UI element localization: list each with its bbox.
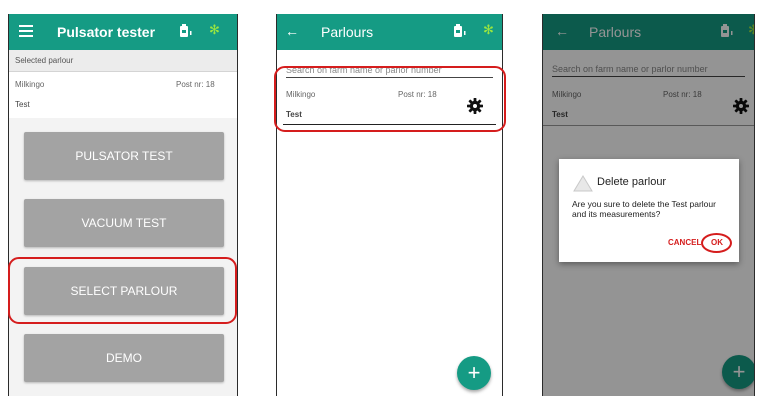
highlight-parlour-item [274,66,506,132]
menu-icon[interactable] [19,25,33,37]
delete-parlour-dialog: Delete parlour Are you sure to delete th… [559,159,739,262]
selected-parlour-card: Milkingo Post nr: 18 Test [9,72,237,119]
vacuum-test-button[interactable]: VACUUM TEST [24,199,224,247]
cancel-button[interactable]: CANCEL [668,238,701,247]
farm-name: Milkingo [15,80,45,89]
post-number: Post nr: 18 [176,80,215,89]
app-bar: ← Parlours ✻ [277,14,502,50]
demo-button[interactable]: DEMO [24,334,224,382]
screen-pulsator-tester: Pulsator tester ✻ Selected parlour Milki… [8,14,238,396]
battery-icon [454,24,466,37]
app-title: Parlours [321,24,374,40]
dialog-title: Delete parlour [597,176,667,188]
dialog-message: Are you sure to delete the Test parlour … [572,199,716,219]
highlight-select-parlour [8,257,237,324]
pulsator-test-button[interactable]: PULSATOR TEST [24,132,224,180]
highlight-ok-button [701,233,732,253]
back-arrow-icon[interactable]: ← [285,24,299,38]
app-title: Pulsator tester [57,24,156,40]
selected-parlour-header: Selected parlour [9,50,237,72]
screen-delete-parlour: ← Parlours ✻ Search on farm name or parl… [542,14,755,396]
bluetooth-icon: ✻ [209,22,220,37]
battery-icon [180,24,192,37]
add-parlour-button[interactable]: + [457,356,491,390]
parlour-name: Test [15,100,30,109]
app-bar: Pulsator tester ✻ [9,14,237,50]
bluetooth-icon: ✻ [483,22,494,37]
warning-icon [573,175,593,192]
